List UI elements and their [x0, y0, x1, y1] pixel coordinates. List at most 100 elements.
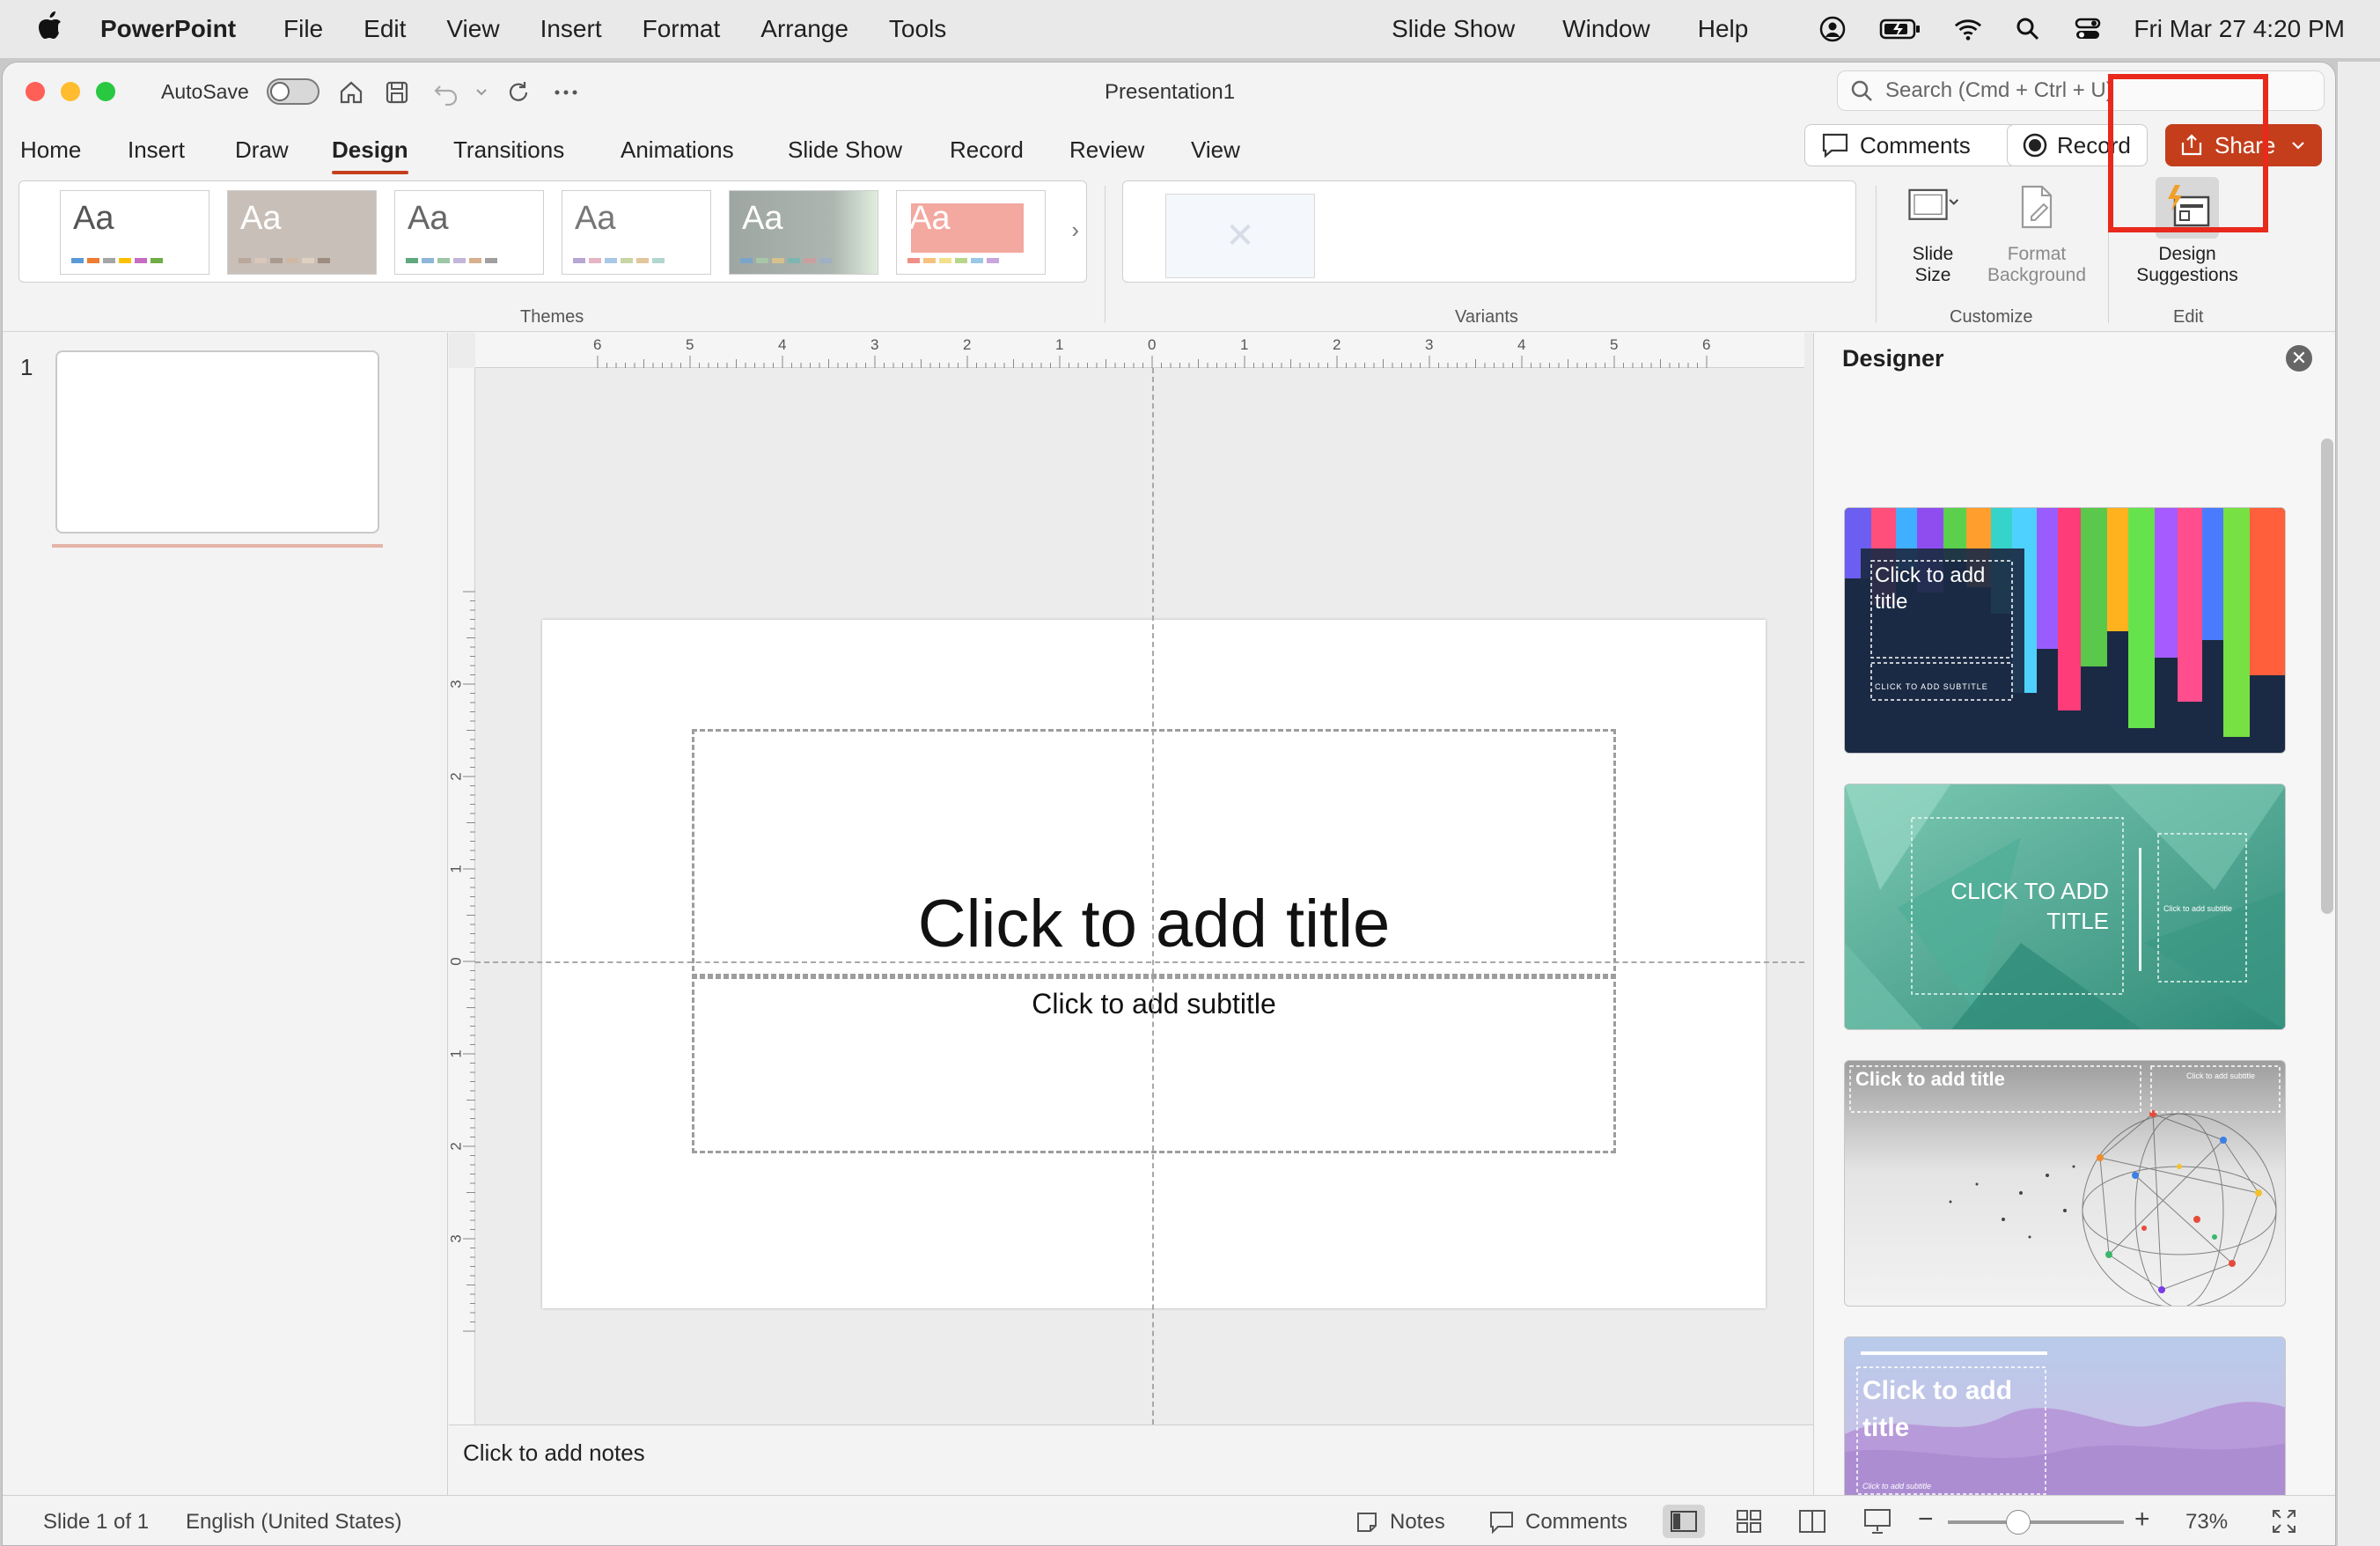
ruler-label: 2	[963, 336, 972, 353]
tab-draw[interactable]: Draw	[235, 136, 289, 164]
comments-button[interactable]: Comments	[1804, 124, 2017, 166]
suggestion-4-subtitle: Click to add subtitle	[1862, 1482, 1932, 1491]
battery-icon[interactable]	[1878, 15, 1922, 43]
tab-record[interactable]: Record	[950, 136, 1024, 164]
tab-review[interactable]: Review	[1069, 136, 1144, 164]
design-suggestion-2[interactable]: CLICK TO ADD TITLE Click to add subtitle	[1844, 784, 2286, 1030]
notes-placeholder[interactable]: Click to add notes	[463, 1439, 645, 1466]
theme-office[interactable]: Aa	[60, 190, 209, 275]
tab-insert[interactable]: Insert	[128, 136, 185, 164]
horizontal-ruler[interactable]: 6 5 4 3 2 1 0 1 2 3 4 5 6	[475, 333, 1804, 368]
tab-animations[interactable]: Animations	[621, 136, 734, 164]
tab-design[interactable]: Design	[332, 136, 408, 174]
ruler-label: 2	[447, 1142, 465, 1151]
menu-file[interactable]: File	[283, 15, 323, 43]
tab-transitions[interactable]: Transitions	[453, 136, 564, 164]
design-suggestion-4[interactable]: Click to add title Click to add subtitle	[1844, 1336, 2286, 1495]
vertical-ruler[interactable]: 3 2 1 0 1 2 3	[447, 368, 475, 1425]
share-dropdown-icon[interactable]	[2291, 141, 2305, 150]
themes-gallery: Aa Aa Aa Aa Aa Aa ›	[18, 180, 1087, 283]
more-options-icon[interactable]	[550, 77, 582, 108]
menu-format[interactable]: Format	[643, 15, 721, 43]
menu-slide-show[interactable]: Slide Show	[1392, 15, 1515, 43]
undo-dropdown-icon[interactable]	[466, 77, 497, 108]
menu-insert[interactable]: Insert	[540, 15, 602, 43]
home-icon[interactable]	[335, 77, 367, 108]
close-icon[interactable]: ✕	[2286, 345, 2312, 372]
variants-group-label: Variants	[1455, 307, 1518, 327]
tab-slide-show[interactable]: Slide Show	[788, 136, 902, 164]
theme-pastel[interactable]: Aa	[562, 190, 711, 275]
horizontal-guide[interactable]	[475, 961, 1804, 963]
slideshow-view-button[interactable]	[1856, 1505, 1899, 1538]
ruler-label: 3	[1425, 336, 1434, 353]
design-suggestion-1[interactable]: Click to add title CLICK TO ADD SUBTITLE	[1844, 507, 2286, 754]
slide-size-icon	[1905, 177, 1961, 239]
reading-view-button[interactable]	[1791, 1505, 1833, 1538]
zoom-in-icon[interactable]: +	[2134, 1505, 2150, 1535]
menu-arrange[interactable]: Arrange	[760, 15, 848, 43]
wifi-icon[interactable]	[1954, 15, 1982, 43]
menu-edit[interactable]: Edit	[364, 15, 406, 43]
ruler-label: 1	[447, 1049, 465, 1058]
ruler-ticks	[597, 356, 1708, 368]
normal-view-button[interactable]	[1663, 1505, 1705, 1538]
theme-taupe[interactable]: Aa	[227, 190, 377, 275]
menu-help[interactable]: Help	[1698, 15, 1749, 43]
slide-subtitle-text[interactable]: Click to add subtitle	[542, 988, 1766, 1020]
theme-coral[interactable]: Aa	[896, 190, 1046, 275]
zoom-level[interactable]: 73%	[2185, 1510, 2228, 1535]
slide-size-button[interactable]: Slide Size	[1893, 177, 1972, 286]
ruler-ticks	[463, 591, 475, 1332]
search-placeholder: Search (Cmd + Ctrl + U)	[1885, 78, 2113, 102]
slide-editor[interactable]: 6 5 4 3 2 1 0 1 2 3 4 5 6 3 2 1 0 1 2 3 Click to add title…	[447, 333, 1813, 1425]
language-indicator[interactable]: English (United States)	[186, 1510, 401, 1535]
themes-more-icon[interactable]: ›	[1071, 217, 1079, 244]
close-window-button[interactable]	[26, 82, 45, 101]
menu-view[interactable]: View	[446, 15, 499, 43]
title-bar: AutoSave Presentation1 Search (Cmd + Ctr…	[3, 63, 2335, 122]
zoom-out-icon[interactable]: −	[1918, 1505, 1934, 1535]
design-suggestion-3[interactable]: Click to add title Click to add subtitle	[1844, 1060, 2286, 1307]
slide-thumbnail[interactable]	[55, 350, 379, 534]
undo-icon[interactable]	[430, 77, 462, 108]
menubar-clock[interactable]: Fri Mar 27 4:20 PM	[2134, 15, 2345, 43]
notes-toggle-button[interactable]: Notes	[1355, 1510, 1445, 1535]
control-center-icon[interactable]	[2074, 15, 2102, 43]
menu-window[interactable]: Window	[1562, 15, 1650, 43]
save-icon[interactable]	[381, 77, 413, 108]
format-background-button[interactable]: Format Background	[1981, 177, 2092, 286]
app-menu-powerpoint[interactable]: PowerPoint	[100, 15, 236, 43]
slide-canvas[interactable]: Click to add title Click to add subtitle	[542, 620, 1766, 1308]
zoom-slider[interactable]	[1948, 1510, 2124, 1535]
theme-light[interactable]: Aa	[394, 190, 544, 275]
zoom-slider-handle[interactable]	[2006, 1510, 2031, 1535]
fit-to-window-icon[interactable]	[2263, 1505, 2305, 1538]
designer-scrollbar[interactable]	[2321, 438, 2333, 914]
slide-sorter-view-button[interactable]	[1728, 1505, 1770, 1538]
user-account-icon[interactable]	[1818, 15, 1847, 43]
variants-gallery: ✕	[1122, 180, 1856, 283]
comment-icon	[1821, 132, 1849, 158]
redo-icon[interactable]	[503, 77, 534, 108]
notes-pane[interactable]: Click to add notes	[449, 1425, 1813, 1495]
comments-toggle-button[interactable]: Comments	[1488, 1510, 1627, 1535]
slide-count: Slide 1 of 1	[43, 1510, 150, 1534]
minimize-window-button[interactable]	[61, 82, 80, 101]
suggestion-3-title: Click to add title	[1855, 1068, 2005, 1090]
zoom-window-button[interactable]	[96, 82, 115, 101]
ruler-label: 3	[447, 680, 465, 688]
slide-title-text[interactable]: Click to add title	[542, 886, 1766, 962]
spotlight-search-icon[interactable]	[2014, 15, 2042, 43]
autosave-toggle[interactable]	[267, 78, 320, 105]
vertical-guide[interactable]	[1152, 368, 1154, 1425]
suggestion-1-subtitle: CLICK TO ADD SUBTITLE	[1875, 682, 1988, 691]
tab-view[interactable]: View	[1191, 136, 1240, 164]
apple-icon[interactable]	[37, 11, 90, 48]
autosave-label: AutoSave	[161, 80, 249, 103]
slide-size-label: Slide Size	[1912, 244, 1954, 285]
tab-home[interactable]: Home	[20, 136, 81, 164]
theme-sage[interactable]: Aa	[729, 190, 878, 275]
variant-placeholder[interactable]: ✕	[1165, 194, 1315, 278]
menu-tools[interactable]: Tools	[889, 15, 946, 43]
